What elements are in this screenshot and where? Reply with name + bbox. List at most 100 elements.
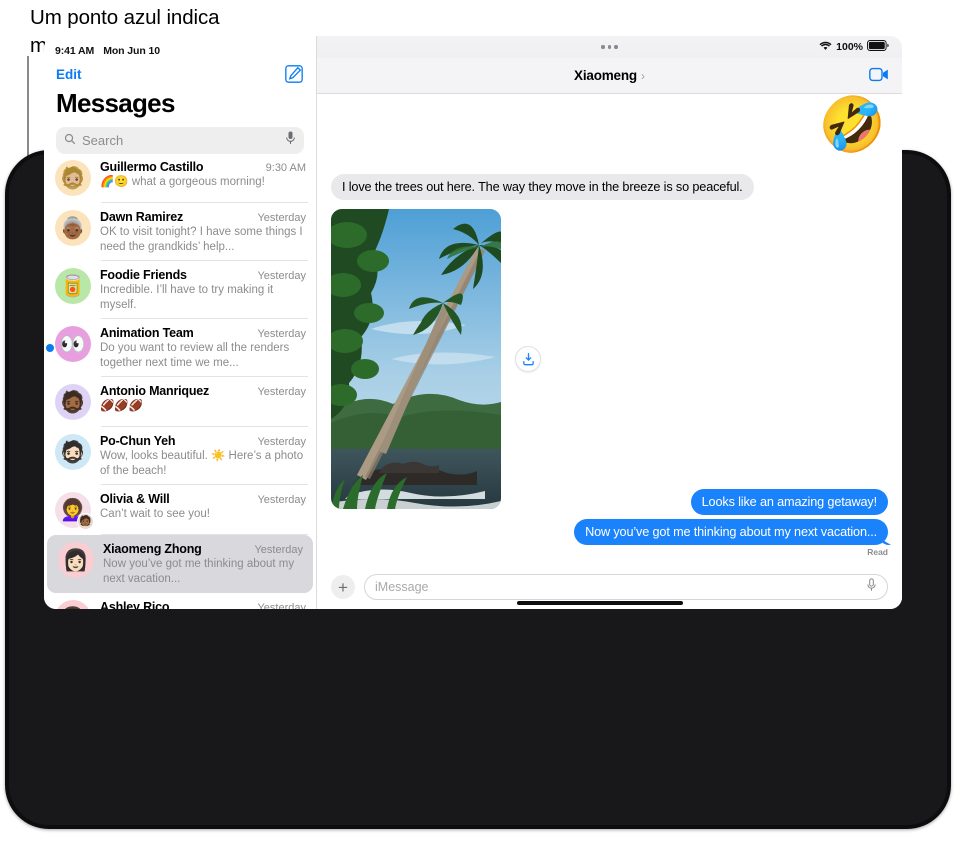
status-time: 9:41 AM <box>55 45 95 57</box>
message-composer: + iMessage <box>317 565 902 609</box>
conversation-row-header: Ashley Rico Yesterday <box>100 600 306 609</box>
conversation-row-body: Antonio Manriquez Yesterday 🏈🏈🏈 <box>100 384 306 420</box>
conversation-time: Yesterday <box>257 328 306 340</box>
conversation-name: Guillermo Castillo <box>100 160 204 174</box>
conversation-time: Yesterday <box>257 494 306 506</box>
conversation-time: 9:30 AM <box>265 162 306 174</box>
search-placeholder: Search <box>82 133 124 148</box>
avatar: 👵🏾 <box>55 210 91 246</box>
ipad-screen: 9:41 AM Mon Jun 10 Edit Messages Search … <box>44 36 902 609</box>
conversation-row-body: Foodie Friends Yesterday Incredible. I’ll … <box>100 268 306 312</box>
conversation-title[interactable]: Xiaomeng <box>574 68 637 83</box>
conversation-preview: Incredible. I’ll have to try making it m… <box>100 284 274 311</box>
conversation-preview: 🌈🙂 what a gorgeous morning! <box>100 176 265 188</box>
photo-attachment[interactable] <box>331 209 501 509</box>
conversation-row[interactable]: 👩🏾 Ashley Rico Yesterday <box>44 593 316 609</box>
battery-full-icon <box>867 38 889 56</box>
multitask-dots-icon[interactable] <box>317 36 902 58</box>
page-title: Messages <box>56 88 175 118</box>
conversation-row-header: Animation Team Yesterday <box>100 326 306 340</box>
conversation-time: Yesterday <box>257 386 306 398</box>
message-bubble-outgoing[interactable]: Looks like an amazing getaway! <box>690 489 888 515</box>
conversation-row-header: Antonio Manriquez Yesterday <box>100 384 306 398</box>
status-indicators: 100% <box>819 38 889 56</box>
conversation-preview: Now you’ve got me thinking about my next… <box>103 558 295 585</box>
conversation-time: Yesterday <box>257 212 306 224</box>
conversation-preview: OK to visit tonight? I have some things … <box>100 226 303 253</box>
conversation-row-body: Animation Team Yesterday Do you want to re… <box>100 326 306 370</box>
conversation-row-body: Ashley Rico Yesterday <box>100 600 306 609</box>
conversation-row[interactable]: 🧔🏾 Antonio Manriquez Yesterday 🏈🏈🏈 <box>44 377 316 427</box>
home-indicator <box>516 601 683 605</box>
conversation-row[interactable]: 🧔🏼 Guillermo Castillo 9:30 AM 🌈🙂 what a gor… <box>44 153 316 203</box>
conversation-row-header: Xiaomeng Zhong Yesterday <box>103 542 303 556</box>
conversation-row[interactable]: 🥫 Foodie Friends Yesterday Incredible. I’ll… <box>44 261 316 319</box>
microphone-icon[interactable] <box>285 131 296 150</box>
conversation-time: Yesterday <box>257 270 306 282</box>
conversation-preview: Can’t wait to see you! <box>100 508 210 520</box>
outgoing-messages: Looks like an amazing getaway! Now you’v… <box>574 485 888 557</box>
conversation-row-header: Olivia & Will Yesterday <box>100 492 306 506</box>
plus-icon[interactable]: + <box>331 575 355 599</box>
status-bar-right: 100% <box>317 36 902 58</box>
microphone-icon[interactable] <box>866 577 877 597</box>
avatar: 🧔🏾 <box>55 384 91 420</box>
conversation-row[interactable]: 👩‍🦱 🧑🏾 Olivia & Will Yesterday Can’t wait to… <box>44 485 316 535</box>
wifi-icon <box>819 38 832 56</box>
conversation-name: Foodie Friends <box>100 268 187 282</box>
conversation-row-header: Dawn Ramirez Yesterday <box>100 210 306 224</box>
conversation-preview: Do you want to review all the renders to… <box>100 342 290 369</box>
share-download-icon[interactable] <box>515 346 541 372</box>
conversation-name: Animation Team <box>100 326 194 340</box>
avatar: 👩🏻 <box>58 542 94 578</box>
conversation-name: Xiaomeng Zhong <box>103 542 202 556</box>
search-icon <box>64 132 76 150</box>
message-bubble-outgoing[interactable]: Now you’ve got me thinking about my next… <box>574 519 888 545</box>
compose-icon[interactable] <box>284 64 304 84</box>
facetime-video-icon[interactable] <box>869 67 889 87</box>
conversation-name: Olivia & Will <box>100 492 170 506</box>
conversation-preview: Wow, looks beautiful. ☀️ Here’s a photo … <box>100 450 304 477</box>
avatar: 👀 <box>55 326 91 362</box>
conversation-time: Yesterday <box>257 436 306 448</box>
imessage-placeholder: iMessage <box>375 580 429 594</box>
reaction-emoji: 🤣 <box>818 95 886 155</box>
conversation-name: Dawn Ramirez <box>100 210 184 224</box>
avatar-secondary: 🧑🏾 <box>77 513 94 530</box>
imessage-input[interactable]: iMessage <box>364 574 888 600</box>
conversation-preview: 🏈🏈🏈 <box>100 400 143 412</box>
conversation-pane: 100% Xiaomeng › 🤣 I love the trees out h… <box>317 36 902 609</box>
conversation-time: Yesterday <box>257 602 306 609</box>
conversation-row-body: Olivia & Will Yesterday Can’t wait to see … <box>100 492 306 528</box>
conversation-list[interactable]: 🧔🏼 Guillermo Castillo 9:30 AM 🌈🙂 what a gor… <box>44 153 316 609</box>
read-receipt: Read <box>867 547 888 557</box>
avatar: 👩‍🦱 🧑🏾 <box>55 492 94 530</box>
message-bubble-incoming[interactable]: I love the trees out here. The way they … <box>331 174 754 200</box>
photo-message-row <box>331 209 888 509</box>
avatar: 🧔🏼 <box>55 160 91 196</box>
avatar: 👩🏾 <box>55 600 91 609</box>
conversation-row[interactable]: 👵🏾 Dawn Ramirez Yesterday OK to visit tonig… <box>44 203 316 261</box>
status-date: Mon Jun 10 <box>103 45 160 57</box>
conversation-row-header: Po-Chun Yeh Yesterday <box>100 434 306 448</box>
conversation-row-body: Xiaomeng Zhong Yesterday Now you’ve got me… <box>103 542 303 586</box>
avatar: 🥫 <box>55 268 91 304</box>
conversation-name: Antonio Manriquez <box>100 384 210 398</box>
edit-button[interactable]: Edit <box>56 67 82 82</box>
conversation-name: Ashley Rico <box>100 600 170 609</box>
conversation-row-body: Dawn Ramirez Yesterday OK to visit tonight… <box>100 210 306 254</box>
conversation-header: Xiaomeng › <box>317 58 902 94</box>
conversation-row[interactable]: 🧔🏻 Po-Chun Yeh Yesterday Wow, looks beautif… <box>44 427 316 485</box>
avatar: 🧔🏻 <box>55 434 91 470</box>
conversation-row[interactable]: 👀 Animation Team Yesterday Do you want to r… <box>44 319 316 377</box>
message-thread[interactable]: 🤣 I love the trees out here. The way the… <box>317 94 902 565</box>
conversation-row-body: Guillermo Castillo 9:30 AM 🌈🙂 what a gorge… <box>100 160 306 196</box>
conversation-row-header: Foodie Friends Yesterday <box>100 268 306 282</box>
conversation-row-header: Guillermo Castillo 9:30 AM <box>100 160 306 174</box>
sidebar-toolbar: Edit <box>44 57 316 86</box>
unread-dot <box>46 344 54 352</box>
conversation-time: Yesterday <box>254 544 303 556</box>
conversation-row[interactable]: 👩🏻 Xiaomeng Zhong Yesterday Now you’ve got … <box>47 535 313 593</box>
search-input[interactable]: Search <box>56 127 304 154</box>
chevron-right-icon[interactable]: › <box>641 69 645 83</box>
